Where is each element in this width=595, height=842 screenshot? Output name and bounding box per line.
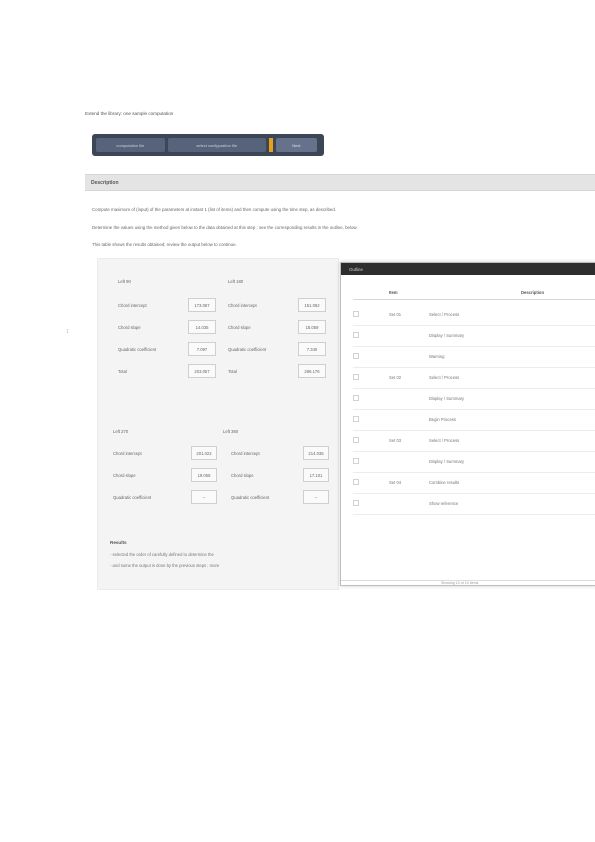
row-label: Total [118, 368, 127, 374]
row-checkbox[interactable] [353, 353, 359, 359]
row-checkbox[interactable] [353, 332, 359, 338]
column-header-item[interactable]: Item [389, 290, 398, 295]
outline-row[interactable]: Set 03 Select / Process [341, 431, 595, 452]
row-checkbox[interactable] [353, 458, 359, 464]
row-description: Warning [429, 354, 445, 359]
total-field[interactable]: 286.176 [298, 364, 326, 378]
value-field[interactable]: -- [191, 490, 217, 504]
row-item: Set 04 [389, 480, 402, 485]
value-field[interactable]: -- [303, 490, 329, 504]
outline-row[interactable]: Set 02 Select / Process [341, 368, 595, 389]
row-checkbox[interactable] [353, 416, 359, 422]
row-label: Chord slope [231, 472, 254, 478]
value-field[interactable]: 173.067 [188, 298, 216, 312]
outline-row[interactable]: Display / Summary [341, 326, 595, 347]
row-description: Select / Process [429, 375, 460, 380]
row-description: Display / Summary [429, 459, 465, 464]
value-field[interactable]: 214.036 [303, 446, 329, 460]
results-table-1: Left 90 Left 180 Chord intercept 173.067… [118, 279, 338, 399]
value-field[interactable]: 19.058 [191, 468, 217, 482]
value-field[interactable]: 17.101 [303, 468, 329, 482]
row-checkbox[interactable] [353, 500, 359, 506]
column-header: Left 180 [228, 279, 244, 284]
column-header: Left 90 [118, 279, 131, 284]
outline-row[interactable]: Set 01 Select / Process [341, 305, 595, 326]
row-divider [353, 514, 595, 515]
description-line: This table shows the results obtained; r… [92, 242, 237, 247]
tab-computation-file[interactable]: computation file [96, 138, 165, 152]
outline-row[interactable]: Display / Summary [341, 452, 595, 473]
row-label: Total [228, 368, 237, 374]
row-label: Chord slope [113, 472, 136, 478]
row-checkbox[interactable] [353, 311, 359, 317]
row-item: Set 03 [389, 438, 402, 443]
dialog-footer-text: Showing 10 of 10 items [441, 581, 479, 585]
row-description: Combine results [429, 480, 460, 485]
outline-row[interactable]: Show reference [341, 494, 595, 515]
row-description: Show reference [429, 501, 459, 506]
row-label: Quadratic coefficient [118, 346, 157, 352]
notes-line: - selected the order of carefully define… [110, 552, 214, 557]
row-label: Quadratic coefficient [228, 346, 267, 352]
outline-row[interactable]: Display / Summary [341, 389, 595, 410]
row-checkbox[interactable] [353, 479, 359, 485]
description-line: Determine the values using the method gi… [92, 225, 358, 230]
row-label: Chord intercept [231, 450, 260, 456]
column-header: Left 270 [113, 429, 129, 434]
row-item: Set 01 [389, 312, 402, 317]
outline-row[interactable]: Begin Process [341, 410, 595, 431]
outline-row[interactable]: Warning [341, 347, 595, 368]
value-field[interactable]: 7.340 [298, 342, 326, 356]
row-label: Chord intercept [118, 302, 147, 308]
next-button[interactable]: Next [275, 138, 317, 152]
value-field[interactable]: 151.062 [298, 298, 326, 312]
active-tab-marker [268, 138, 273, 152]
row-description: Display / Summary [429, 333, 465, 338]
row-description: Select / Process [429, 438, 460, 443]
header-divider [353, 299, 595, 300]
margin-mark: 1 [66, 329, 69, 335]
row-item: Set 02 [389, 375, 402, 380]
results-table-2: Left 270 Left 360 Chord intercept 201.02… [113, 429, 338, 519]
value-field[interactable]: 14.035 [188, 320, 216, 334]
dialog-title[interactable]: Outline [341, 263, 595, 275]
row-description: Select / Process [429, 312, 460, 317]
results-panel: Left 90 Left 180 Chord intercept 173.067… [97, 258, 339, 590]
row-label: Chord intercept [113, 450, 142, 456]
row-label: Chord slope [228, 324, 251, 330]
tab-configuration[interactable]: select configuration file [167, 138, 266, 152]
total-field[interactable]: 203.057 [188, 364, 216, 378]
row-description: Display / Summary [429, 396, 465, 401]
toolbar-tabs: computation file select configuration fi… [92, 134, 324, 156]
value-field[interactable]: 7.097 [188, 342, 216, 356]
row-label: Quadratic coefficient [231, 494, 270, 500]
column-header-description[interactable]: Description [521, 290, 544, 295]
page-title: Extend the library: one sample computati… [85, 111, 174, 116]
value-field[interactable]: 201.022 [191, 446, 217, 460]
row-checkbox[interactable] [353, 437, 359, 443]
outline-dialog: Outline Item Description Set 01 Select / … [340, 262, 595, 586]
row-description: Begin Process [429, 417, 456, 422]
column-header: Left 360 [223, 429, 239, 434]
section-header[interactable]: Description [85, 174, 595, 191]
row-checkbox[interactable] [353, 374, 359, 380]
row-label: Chord slope [118, 324, 141, 330]
notes-title: Results [110, 540, 127, 545]
row-label: Chord intercept [228, 302, 257, 308]
value-field[interactable]: 18.059 [298, 320, 326, 334]
row-checkbox[interactable] [353, 395, 359, 401]
outline-row[interactable]: Set 04 Combine results [341, 473, 595, 494]
description-line: Compute maximum of (input) of the parame… [92, 207, 337, 212]
notes-line: - and some the output is done by the pre… [110, 563, 220, 568]
row-label: Quadratic coefficient [113, 494, 152, 500]
